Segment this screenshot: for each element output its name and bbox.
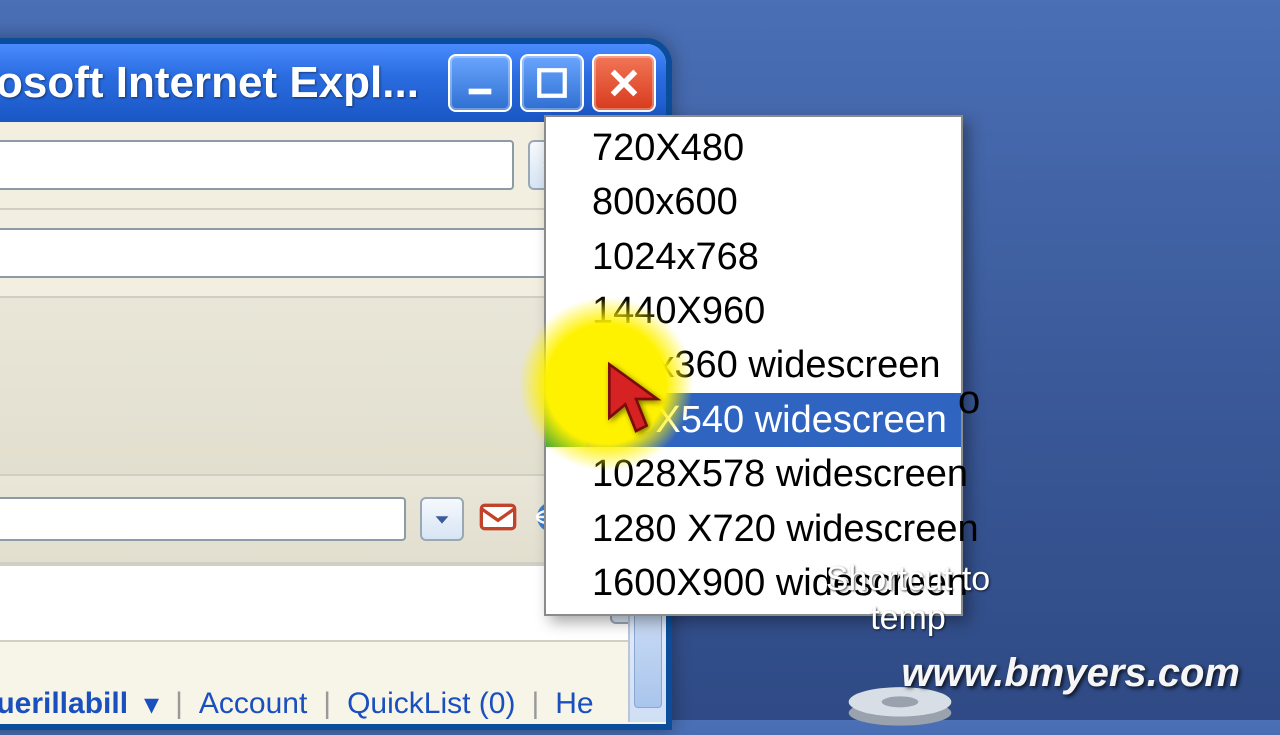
help-link[interactable]: He [555,687,593,721]
resolution-option[interactable]: 960X540 widescreen [546,393,961,447]
resolution-option-label: 800x600 [592,181,738,223]
caret-down-icon[interactable]: ▾ [144,687,159,722]
bottom-link-bar: guerillabill ▾ | Account | QuickList (0)… [0,684,594,724]
shortcut-label-line2: temp [808,599,1008,638]
titlebar: osoft Internet Expl... [0,44,666,122]
resolution-option-label: 720X480 [592,127,744,169]
resolution-option[interactable]: 640x360 widescreen [546,338,961,392]
address-input[interactable] [0,140,514,190]
close-button[interactable] [592,54,656,112]
account-link[interactable]: Account [199,687,307,721]
secondary-input[interactable] [0,497,406,541]
secondary-dropdown-button[interactable] [420,497,464,541]
resolution-option[interactable]: 1440X960 [546,284,961,338]
desktop-shortcut[interactable]: Shortcut to temp [808,560,1008,638]
resolution-option-label: 1024x768 [592,236,759,278]
resolution-option[interactable]: 1028X578 widescreen [546,447,961,501]
window-title: osoft Internet Expl... [0,58,448,108]
resolution-option[interactable]: 1024x768 [546,230,961,284]
background-text-fragment: o [958,378,980,423]
username-link[interactable]: guerillabill [0,687,128,721]
resolution-menu: 720X480 800x600 1024x768 1440X960 640x360 wi… [544,115,963,616]
quicklist-link[interactable]: QuickList (0) [347,687,515,721]
resolution-option-label: 1028X578 widescreen [592,453,968,495]
resolution-option-label: 640x360 widescreen [592,344,941,386]
maximize-button[interactable] [520,54,584,112]
resolution-option-label: 960X540 widescreen [592,399,947,441]
resolution-option[interactable]: 1280 X720 widescreen [546,502,961,556]
watermark: www.bmyers.com [901,651,1240,696]
resolution-option-label: 1440X960 [592,290,765,332]
mail-icon[interactable] [478,497,518,542]
search-input[interactable] [0,228,596,278]
resolution-option[interactable]: 720X480 [546,121,961,175]
resolution-option[interactable]: 800x600 [546,175,961,229]
shortcut-label-line1: Shortcut to [808,560,1008,599]
minimize-button[interactable] [448,54,512,112]
resolution-option-label: 1280 X720 widescreen [592,508,979,550]
